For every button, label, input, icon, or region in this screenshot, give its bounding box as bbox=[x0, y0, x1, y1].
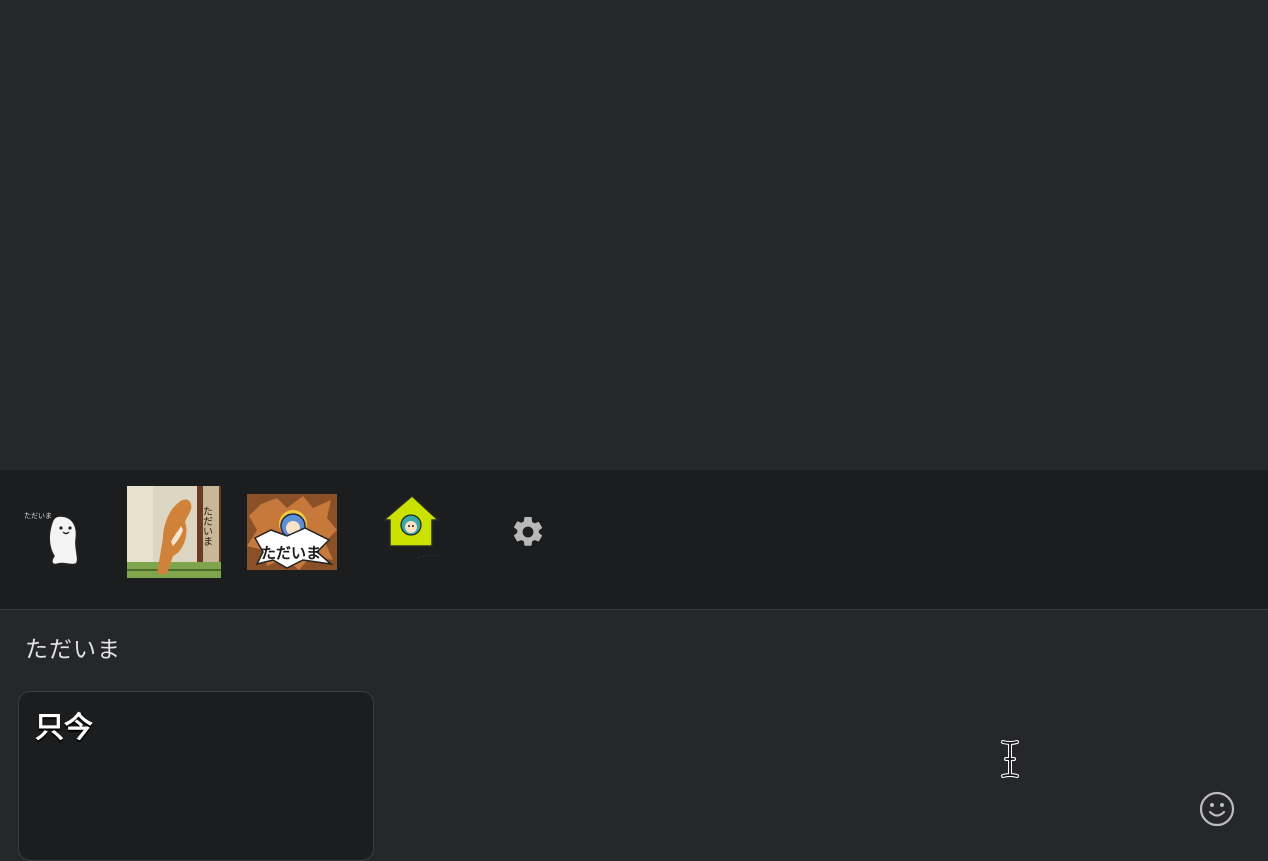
chat-history-area bbox=[0, 0, 1268, 470]
suggestion-text: 只今 bbox=[35, 710, 94, 744]
sticker-blue-character-burst[interactable]: ただいま bbox=[247, 494, 337, 570]
smiley-icon bbox=[1199, 791, 1235, 827]
sticker-shiba-dog[interactable]: ただいま bbox=[127, 486, 221, 578]
sticker-suggestion-bar: ただいま ただいま ただいま bbox=[0, 470, 1268, 610]
message-input-text[interactable]: ただいま bbox=[25, 630, 121, 664]
blue-character-burst-sticker-icon: ただいま bbox=[247, 494, 337, 570]
sticker-green-house[interactable] bbox=[382, 494, 448, 568]
i-beam-cursor-icon bbox=[999, 740, 1021, 778]
svg-text:ただいま: ただいま bbox=[261, 544, 321, 562]
emoji-button[interactable] bbox=[1198, 790, 1236, 828]
svg-text:ただいま: ただいま bbox=[24, 512, 52, 520]
sticker-settings-button[interactable] bbox=[510, 514, 546, 550]
svg-text:ただいま: ただいま bbox=[201, 506, 213, 546]
white-ghost-sticker-icon: ただいま bbox=[24, 512, 79, 566]
shiba-dog-door-sticker-icon: ただいま bbox=[127, 486, 221, 578]
sticker-white-ghost[interactable]: ただいま bbox=[20, 510, 100, 572]
conversion-suggestion-card[interactable]: 只今 bbox=[18, 691, 374, 861]
green-house-sticker-icon bbox=[382, 494, 441, 559]
gear-icon bbox=[513, 516, 543, 546]
